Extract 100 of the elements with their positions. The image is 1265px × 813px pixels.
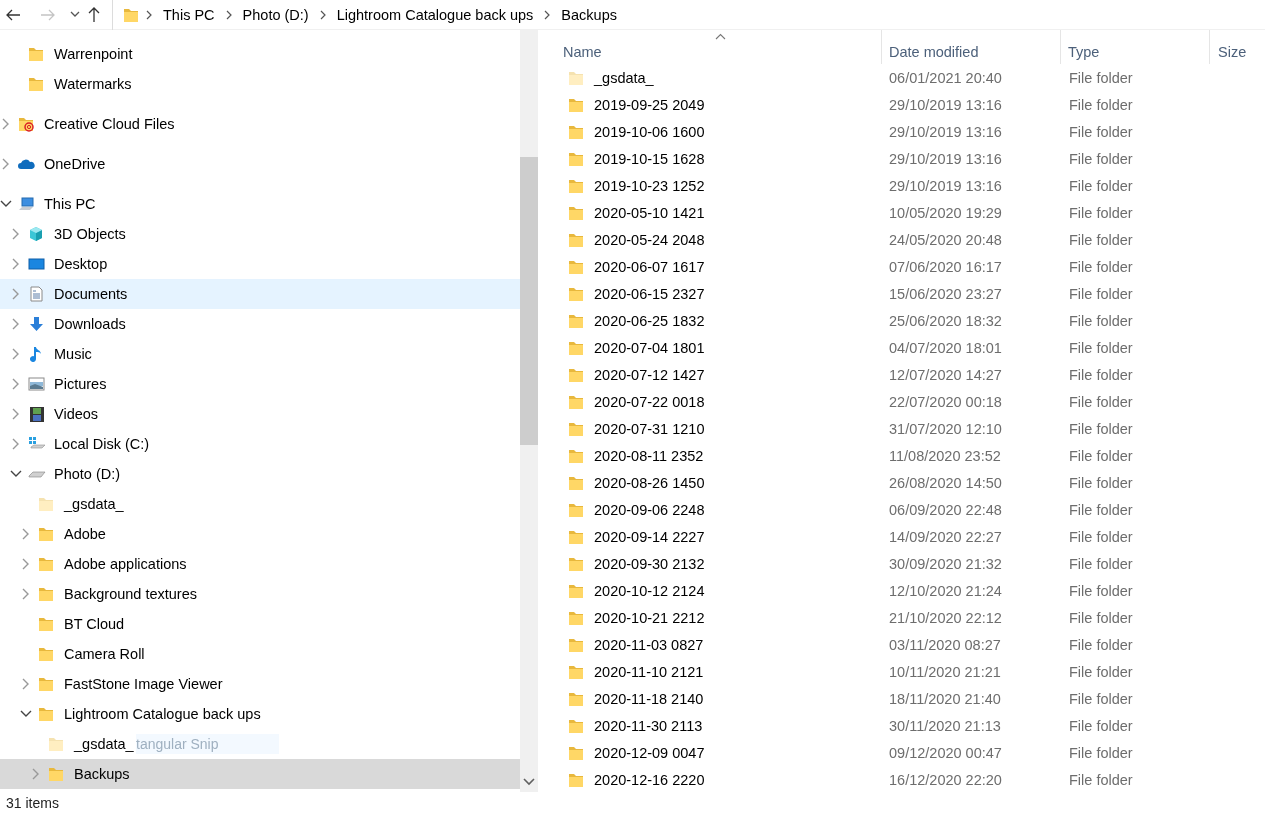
column-header[interactable]: Name	[548, 30, 882, 64]
tree-item[interactable]: Adobe applications	[0, 549, 191, 579]
file-type: File folder	[1068, 771, 1134, 788]
file-name[interactable]: 2020-09-30 2132	[548, 552, 882, 575]
scrollbar[interactable]	[520, 30, 538, 792]
date-modified: 30/11/2020 21:13	[888, 717, 1002, 734]
file-name[interactable]: 2020-11-18 2140	[548, 687, 882, 710]
file-name[interactable]: 2020-07-22 0018	[548, 390, 882, 413]
file-name[interactable]: 2019-10-15 1628	[548, 147, 882, 170]
tree-item[interactable]: Documents	[0, 279, 520, 309]
file-name[interactable]: 2020-12-16 2220	[548, 768, 882, 791]
tree-item[interactable]: Desktop	[0, 249, 112, 279]
file-name[interactable]: 2020-11-03 0827	[548, 633, 882, 656]
scroll-thumb[interactable]	[520, 157, 538, 445]
date-modified: 30/09/2020 21:32	[888, 555, 1003, 572]
tree-item[interactable]: FastStone Image Viewer	[0, 669, 227, 699]
date-modified: 29/10/2019 13:16	[888, 177, 1003, 194]
file-name[interactable]: 2019-09-25 2049	[548, 93, 882, 116]
file-name[interactable]: 2020-10-21 2212	[548, 606, 882, 629]
scroll-down-icon[interactable]	[523, 778, 535, 786]
tree-item[interactable]: Camera Roll	[0, 639, 149, 669]
tree-item[interactable]: Pictures	[0, 369, 111, 399]
tree-item[interactable]: Warrenpoint	[0, 39, 137, 69]
tree-item[interactable]: Music	[0, 339, 96, 369]
tree-item[interactable]: _gsdata_	[0, 489, 128, 519]
breadcrumb[interactable]: Photo (D:)	[238, 0, 313, 29]
file-name[interactable]: 2020-07-04 1801	[548, 336, 882, 359]
folder-icon	[28, 46, 46, 62]
file-type: File folder	[1068, 123, 1134, 140]
date-modified: 10/11/2020 21:21	[888, 663, 1002, 680]
tree-item[interactable]: OneDrive	[0, 149, 110, 179]
tree-item[interactable]: Photo (D:)	[0, 459, 125, 489]
chevron-icon[interactable]	[145, 9, 153, 20]
date-modified: 29/10/2019 13:16	[888, 150, 1003, 167]
file-type: File folder	[1068, 393, 1134, 410]
date-modified: 11/08/2020 23:52	[888, 447, 1002, 464]
file-name[interactable]: 2020-11-10 2121	[548, 660, 882, 683]
file-type: File folder	[1068, 474, 1134, 491]
chevron-icon[interactable]	[318, 9, 327, 20]
download-arrow-icon	[28, 316, 46, 332]
file-name[interactable]: 2020-08-26 1450	[548, 471, 882, 494]
tree-item[interactable]: Adobe	[0, 519, 110, 549]
chevron-icon[interactable]	[543, 9, 552, 20]
date-modified: 29/10/2019 13:16	[888, 123, 1003, 140]
date-modified: 14/09/2020 22:27	[888, 528, 1003, 545]
tree-item[interactable]: Backups	[0, 759, 520, 789]
date-modified: 10/05/2020 19:29	[888, 204, 1003, 221]
back-arrow-icon	[5, 7, 21, 22]
file-name[interactable]: 2020-06-25 1832	[548, 309, 882, 332]
file-type: File folder	[1068, 339, 1134, 356]
file-name[interactable]: 2019-10-06 1600	[548, 120, 882, 143]
file-type: File folder	[1068, 447, 1134, 464]
column-header[interactable]: Date modified	[882, 30, 1061, 64]
tree-item[interactable]: Lightroom Catalogue back ups	[0, 699, 265, 729]
file-type: File folder	[1068, 312, 1134, 329]
folder-icon	[38, 526, 56, 542]
file-name[interactable]: 2020-09-14 2227	[548, 525, 882, 548]
tree-item[interactable]: Downloads	[0, 309, 130, 339]
tree-item[interactable]: BT Cloud	[0, 609, 129, 639]
tree-item[interactable]: Background textures	[0, 579, 201, 609]
column-header[interactable]: Size	[1210, 30, 1265, 64]
file-name[interactable]: 2020-07-12 1427	[548, 363, 882, 386]
folder-icon	[28, 76, 46, 92]
file-name[interactable]: 2019-10-23 1252	[548, 174, 882, 197]
file-type: File folder	[1068, 177, 1134, 194]
file-type: File folder	[1068, 744, 1134, 761]
breadcrumb[interactable]: This PC	[159, 0, 219, 29]
file-type: File folder	[1068, 420, 1134, 437]
chevron-icon[interactable]	[224, 9, 233, 20]
date-modified: 12/07/2020 14:27	[888, 366, 1003, 383]
tree-item[interactable]: Local Disk (C:)	[0, 429, 154, 459]
folder-icon	[48, 766, 66, 782]
drive-icon	[28, 436, 46, 452]
file-name[interactable]: 2020-10-12 2124	[548, 579, 882, 602]
dropdown-caret-icon[interactable]	[70, 11, 80, 18]
breadcrumb[interactable]: Lightroom Catalogue back ups	[332, 0, 538, 29]
file-name[interactable]: 2020-05-10 1421	[548, 201, 882, 224]
file-name[interactable]: 2020-11-30 2113	[548, 714, 882, 737]
picture-icon	[28, 376, 46, 392]
tree-item[interactable]: Videos	[0, 399, 103, 429]
tooltip-remnant: tangular Snip	[136, 734, 279, 754]
date-modified: 31/07/2020 12:10	[888, 420, 1003, 437]
file-name[interactable]: 2020-06-07 1617	[548, 255, 882, 278]
document-icon	[28, 286, 46, 302]
tree-item[interactable]: This PC	[0, 189, 100, 219]
file-name[interactable]: 2020-07-31 1210	[548, 417, 882, 440]
file-type: File folder	[1068, 258, 1134, 275]
folder-icon	[38, 676, 56, 692]
file-name[interactable]: _gsdata_	[548, 66, 882, 89]
file-name[interactable]: 2020-06-15 2327	[548, 282, 882, 305]
column-header[interactable]: Type	[1061, 30, 1210, 64]
breadcrumb[interactable]: Backups	[557, 0, 621, 29]
tree-item[interactable]: 3D Objects	[0, 219, 130, 249]
file-name[interactable]: 2020-05-24 2048	[548, 228, 882, 251]
file-name[interactable]: 2020-08-11 2352	[548, 444, 882, 467]
file-name[interactable]: 2020-12-09 0047	[548, 741, 882, 764]
file-name[interactable]: 2020-09-06 2248	[548, 498, 882, 521]
tree-item[interactable]: Creative Cloud Files	[0, 109, 179, 139]
date-modified: 24/05/2020 20:48	[888, 231, 1003, 248]
tree-item[interactable]: Watermarks	[0, 69, 136, 99]
